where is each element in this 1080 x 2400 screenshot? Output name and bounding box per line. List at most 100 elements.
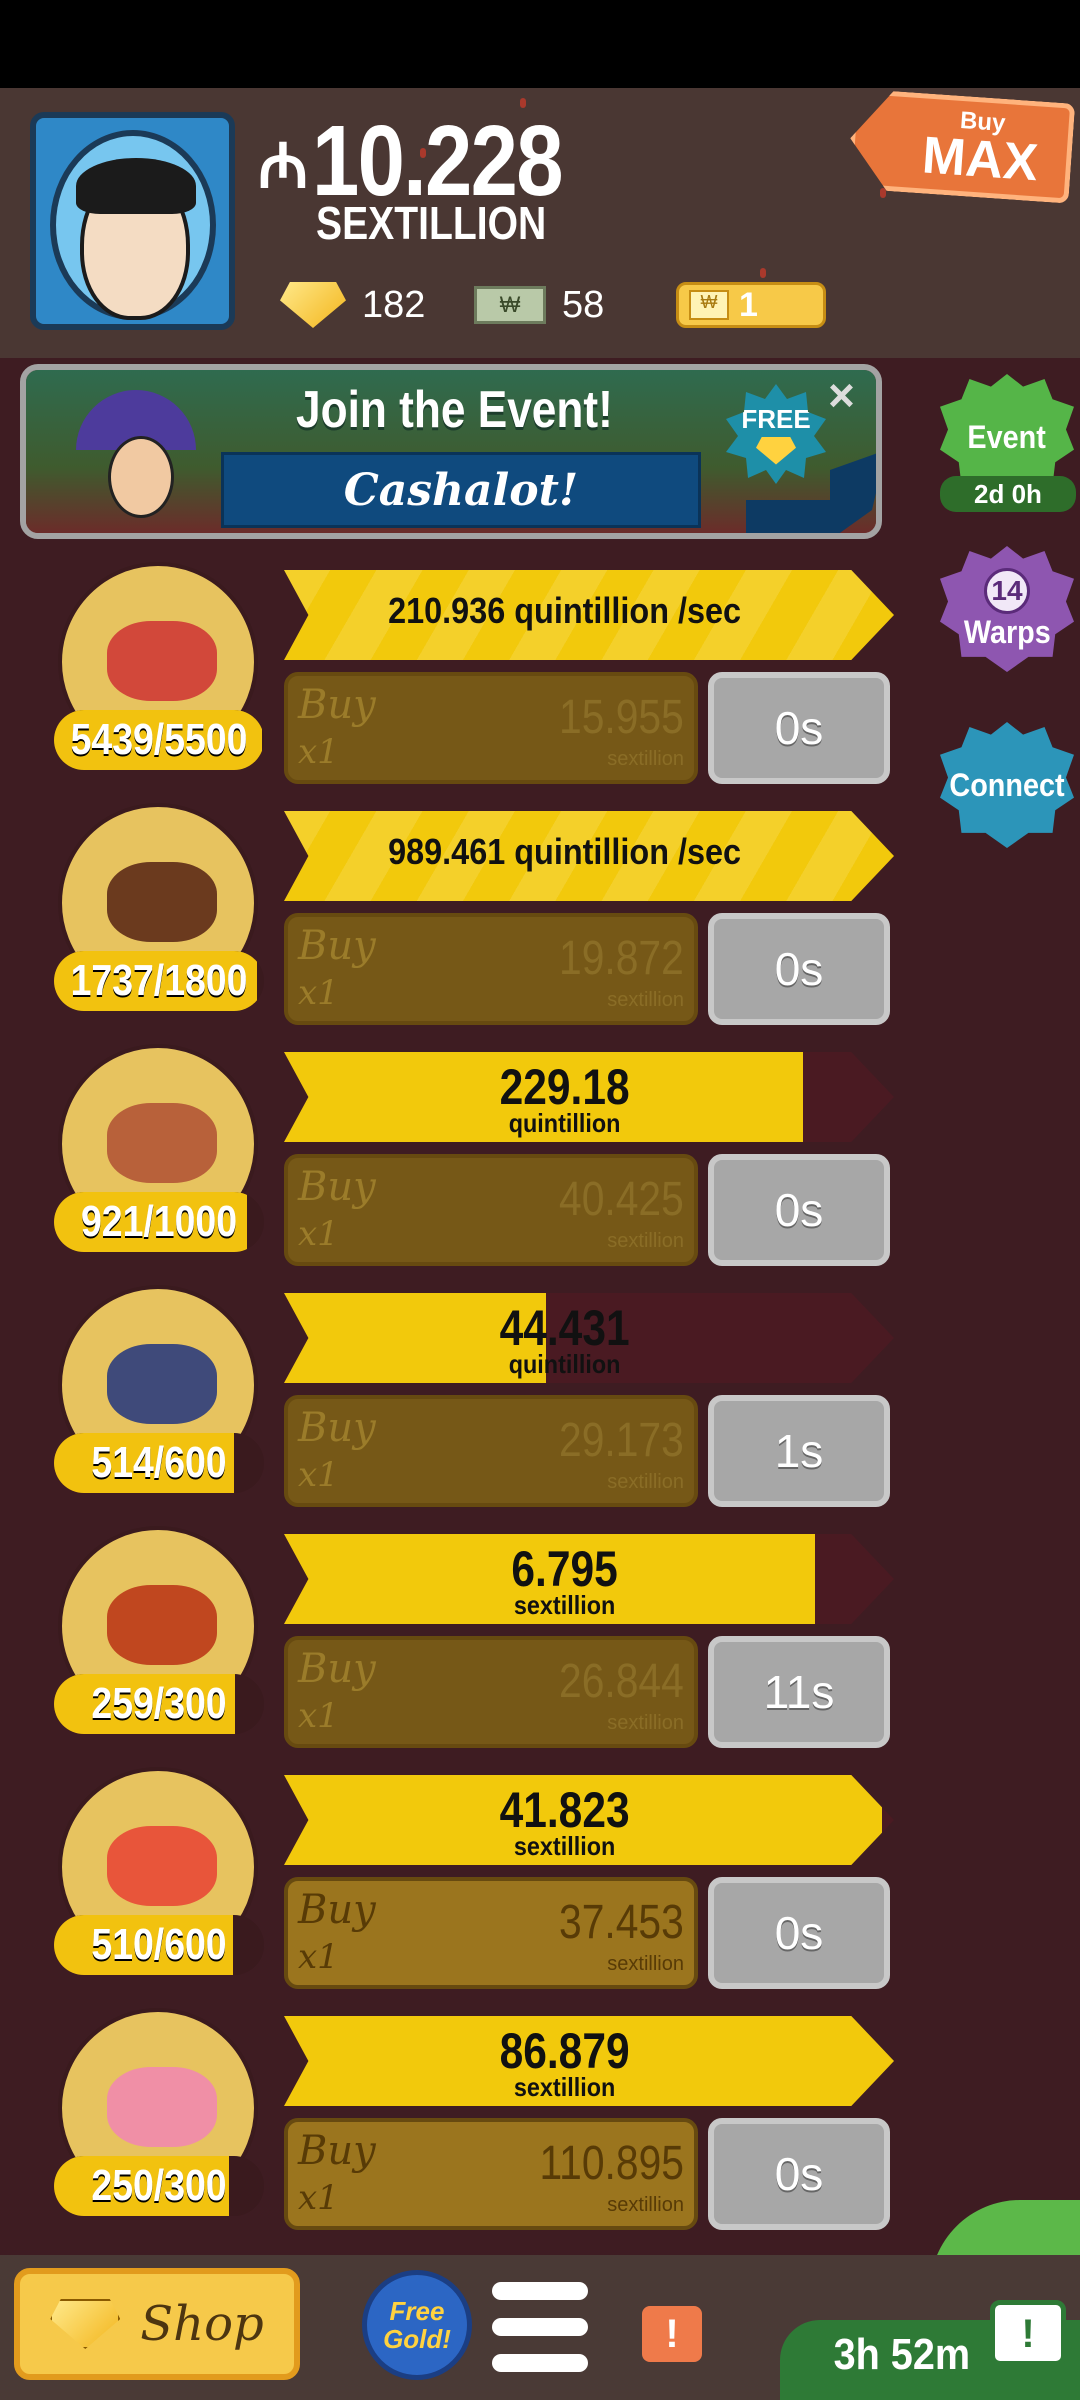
connect-side-button[interactable]: Connect — [940, 722, 1074, 848]
jester-icon — [46, 390, 216, 533]
free-label: FREE — [741, 403, 811, 434]
business-progress: 921/1000 — [54, 1192, 264, 1252]
buy-cost-unit: sextillion — [607, 748, 684, 770]
buy-button[interactable]: Buy x1 26.844 sextillion — [284, 1636, 698, 1748]
buy-cost-unit: sextillion — [607, 989, 684, 1011]
business-progress: 5439/5500 — [54, 710, 264, 770]
buy-cost-unit: sextillion — [607, 2194, 684, 2216]
warps-label: Warps — [963, 613, 1051, 650]
buy-cost: 110.895 — [539, 2137, 684, 2190]
revenue-bar[interactable]: 210.936 quintillion /sec — [284, 570, 894, 660]
status-bar — [0, 0, 1080, 88]
progress-text: 514/600 — [91, 1438, 227, 1487]
tv-boost-time: 3h 52m — [833, 2330, 971, 2379]
ticket-icon: ₩ — [689, 290, 729, 320]
buy-multiplier: x1 — [298, 1455, 339, 1495]
business-row: 259/300 6.795 sextillion Buy x1 26.844 s… — [0, 1526, 900, 1766]
warps-side-button[interactable]: 14 Warps — [940, 546, 1074, 672]
buy-cost: 19.872 — [559, 932, 684, 985]
buy-button[interactable]: Buy x1 19.872 sextillion — [284, 913, 698, 1025]
buy-button[interactable]: Buy x1 40.425 sextillion — [284, 1154, 698, 1266]
progress-text: 921/1000 — [80, 1197, 238, 1246]
revenue-unit: sextillion — [513, 2072, 616, 2102]
brain-sunglasses-icon-graphic — [107, 2067, 217, 2147]
buy-button[interactable]: Buy x1 15.955 sextillion — [284, 672, 698, 784]
shop-label: Shop — [140, 2296, 264, 2352]
buy-cost-unit: sextillion — [607, 1953, 684, 1975]
currency-symbol: ₼ — [258, 132, 309, 201]
bearded-man-icon-graphic — [107, 1103, 217, 1183]
revenue-bar[interactable]: 989.461 quintillion /sec — [284, 811, 894, 901]
progress-text: 5439/5500 — [70, 715, 248, 764]
connect-label: Connect — [949, 766, 1065, 803]
gold-gem-icon — [756, 436, 796, 465]
shop-button[interactable]: Shop — [14, 2268, 300, 2380]
buy-button[interactable]: Buy x1 29.173 sextillion — [284, 1395, 698, 1507]
space-clam-icon-graphic — [107, 1826, 217, 1906]
event-side-label: Event — [967, 418, 1047, 455]
buy-label: Buy — [298, 682, 376, 728]
gold-value: 182 — [362, 283, 426, 326]
alert-icon[interactable]: ! — [642, 2306, 702, 2362]
buy-max-big-label: MAX — [920, 126, 1040, 193]
revenue-bar[interactable]: 41.823 sextillion — [284, 1775, 894, 1865]
buy-cost: 26.844 — [559, 1655, 684, 1708]
timer-button[interactable]: 0s — [708, 1154, 890, 1266]
business-row: 250/300 86.879 sextillion Buy x1 110.895… — [0, 2008, 900, 2248]
buy-button[interactable]: Buy x1 37.453 sextillion — [284, 1877, 698, 1989]
revenue-rate: 210.936 quintillion /sec — [388, 590, 742, 631]
progress-text: 250/300 — [91, 2161, 227, 2210]
buy-cost-unit: sextillion — [607, 1712, 684, 1734]
revenue-bar[interactable]: 44.431 quintillion — [284, 1293, 894, 1383]
jester-head-graphic — [108, 436, 174, 518]
timer-button[interactable]: 0s — [708, 913, 890, 1025]
buy-label: Buy — [298, 1646, 376, 1692]
buy-label: Buy — [298, 1405, 376, 1451]
buy-cost: 40.425 — [559, 1173, 684, 1226]
timer-button[interactable]: 11s — [708, 1636, 890, 1748]
close-icon[interactable]: × — [828, 368, 855, 422]
progress-text: 259/300 — [91, 1679, 227, 1728]
event-banner[interactable]: Join the Event! Cashalot! FREE — [20, 364, 882, 539]
revenue-unit: sextillion — [513, 1831, 616, 1861]
free-gold-button[interactable]: Free Gold! — [362, 2270, 472, 2380]
tickets-value: 1 — [739, 285, 758, 324]
hair-graphic — [76, 158, 196, 214]
timer-button[interactable]: 0s — [708, 1877, 890, 1989]
revenue-bar[interactable]: 86.879 sextillion — [284, 2016, 894, 2106]
megabucks-value: 58 — [562, 283, 605, 326]
business-row: 1737/1800 989.461 quintillion /sec Buy x… — [0, 803, 900, 1043]
business-progress: 250/300 — [54, 2156, 264, 2216]
business-row: 921/1000 229.18 quintillion Buy x1 40.42… — [0, 1044, 900, 1284]
gold-counter[interactable]: 182 — [280, 278, 425, 332]
buy-label: Buy — [298, 923, 376, 969]
revenue-bar[interactable]: 229.18 quintillion — [284, 1052, 894, 1142]
revenue-unit: quintillion — [508, 1349, 621, 1379]
money-unit: SEXTILLION — [316, 197, 547, 249]
progress-text: 1737/1800 — [70, 956, 248, 1005]
revenue-bar[interactable]: 6.795 sextillion — [284, 1534, 894, 1624]
buy-label: Buy — [298, 2128, 376, 2174]
buy-multiplier: x1 — [298, 973, 339, 1013]
megabucks-counter[interactable]: ₩ 58 — [474, 278, 604, 332]
buy-label: Buy — [298, 1887, 376, 1933]
revenue-unit: sextillion — [513, 1590, 616, 1620]
timer-button[interactable]: 0s — [708, 672, 890, 784]
warps-count: 14 — [984, 567, 1030, 614]
buy-multiplier: x1 — [298, 1214, 339, 1254]
dollar-coin-icon-graphic — [107, 1585, 217, 1665]
event-time-remaining: 2d 0h — [940, 476, 1076, 512]
business-progress: 1737/1800 — [54, 951, 264, 1011]
timer-button[interactable]: 0s — [708, 2118, 890, 2230]
buy-button[interactable]: Buy x1 110.895 sextillion — [284, 2118, 698, 2230]
tickets-counter[interactable]: ₩ 1 — [676, 278, 826, 332]
buy-cost-unit: sextillion — [607, 1230, 684, 1252]
menu-icon[interactable] — [492, 2282, 588, 2372]
timer-button[interactable]: 1s — [708, 1395, 890, 1507]
buy-multiplier: x1 — [298, 1696, 339, 1736]
tv-icon[interactable]: ! — [990, 2300, 1066, 2366]
business-row: 510/600 41.823 sextillion Buy x1 37.453 … — [0, 1767, 900, 2007]
buy-label: Buy — [298, 1164, 376, 1210]
red-dirt-icon-graphic — [107, 621, 217, 701]
avatar[interactable] — [30, 112, 235, 330]
